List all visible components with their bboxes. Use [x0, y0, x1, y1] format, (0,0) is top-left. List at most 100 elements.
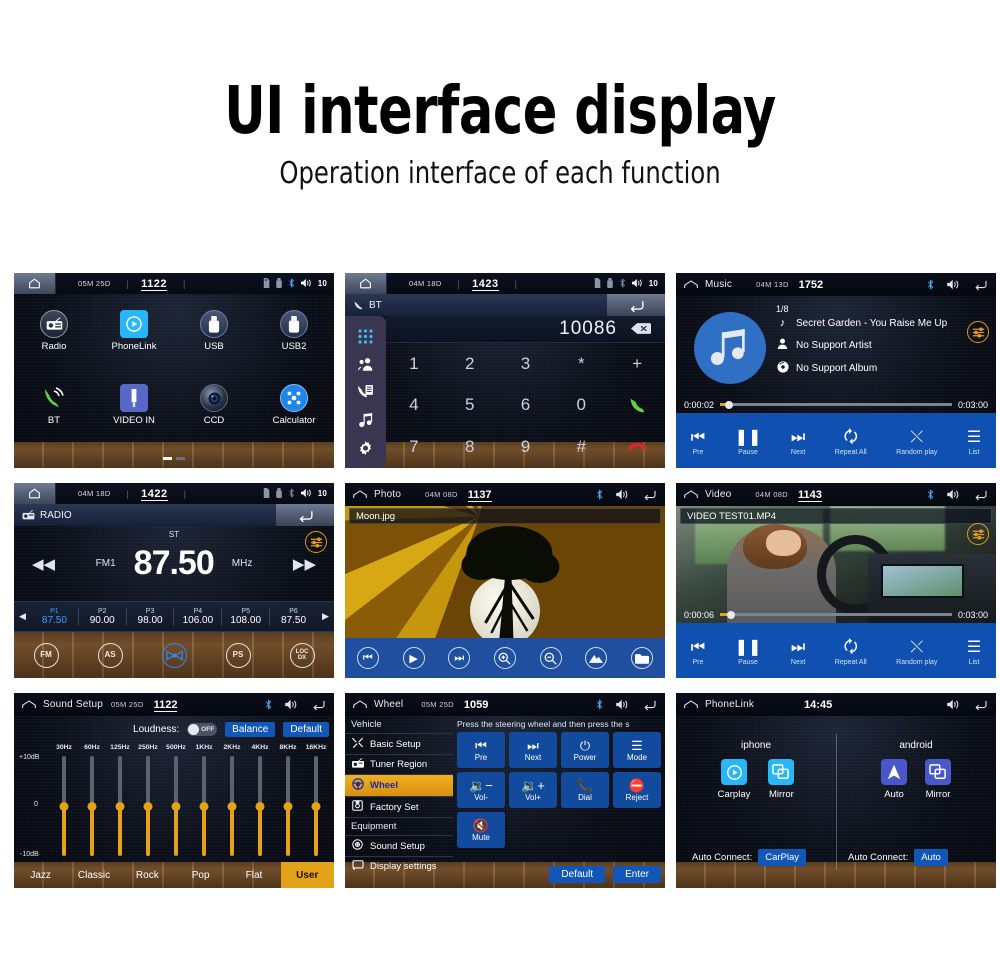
app-usb[interactable]: USB [174, 294, 254, 368]
app-video-in[interactable]: VIDEO IN [94, 368, 174, 442]
preset-user[interactable]: User [280, 862, 334, 888]
list-button[interactable]: ☰ List [967, 639, 981, 666]
preset-6[interactable]: P6 87.50 [270, 608, 317, 626]
preset-4[interactable]: P4 106.00 [174, 607, 223, 626]
app-calculator[interactable]: Calculator [254, 368, 334, 442]
android-mirror-button[interactable]: Mirror [925, 759, 951, 800]
iphone-mirror-button[interactable]: Mirror [768, 759, 795, 800]
home-button[interactable] [14, 273, 56, 294]
home-button[interactable] [14, 483, 56, 504]
slider-knob[interactable] [255, 802, 265, 811]
progress-track[interactable] [720, 400, 952, 409]
carplay-button[interactable]: Carplay [718, 759, 750, 800]
slider-knob[interactable] [143, 802, 153, 811]
volume-icon[interactable] [947, 489, 960, 500]
backspace-icon[interactable] [631, 322, 651, 336]
slider-knob[interactable] [199, 802, 209, 811]
key-4[interactable]: 4 [386, 385, 442, 427]
progress-knob[interactable] [724, 400, 733, 409]
tune-down-button[interactable]: ◀◀ [32, 555, 55, 573]
preset-5[interactable]: P5 108.00 [222, 607, 271, 626]
key-3[interactable]: 3 [498, 343, 554, 385]
key-star[interactable]: * [553, 343, 609, 385]
preset-classic[interactable]: Classic [67, 862, 120, 888]
preset-rock[interactable]: Rock [121, 862, 174, 888]
back-arrow-icon[interactable] [642, 699, 657, 710]
video-progress[interactable]: 0:00:06 0:03:00 [676, 606, 996, 623]
bt-music-icon[interactable] [357, 412, 374, 429]
key-5[interactable]: 5 [442, 385, 498, 427]
back-arrow-icon[interactable] [311, 699, 326, 710]
wheel-key-pre[interactable]: ⏮ Pre [457, 732, 505, 768]
back-button[interactable] [276, 504, 334, 526]
volume-icon[interactable] [285, 699, 298, 710]
play-icon[interactable]: ▶ [402, 647, 425, 669]
app-ccd[interactable]: CCD [174, 368, 254, 442]
volume-icon[interactable] [947, 279, 960, 290]
slider-knob[interactable] [227, 802, 237, 811]
slider-knob[interactable] [283, 802, 293, 811]
back-arrow-icon[interactable] [642, 489, 657, 500]
call-log-icon[interactable] [357, 384, 374, 401]
bt-settings-icon[interactable] [357, 440, 374, 457]
eq-slider[interactable] [162, 756, 190, 856]
progress-knob[interactable] [726, 610, 735, 619]
wheel-key-dial[interactable]: 📞 Dial [561, 772, 609, 808]
presets-next-button[interactable]: ▶ [317, 611, 334, 622]
zoom-out-icon[interactable] [539, 647, 562, 669]
back-arrow-icon[interactable] [973, 489, 988, 500]
eq-slider[interactable] [190, 756, 218, 856]
music-progress[interactable]: 0:00:02 0:03:00 [676, 396, 996, 413]
eq-slider[interactable] [134, 756, 162, 856]
eq-slider[interactable] [274, 756, 302, 856]
eq-slider[interactable] [106, 756, 134, 856]
home-icon[interactable] [353, 490, 367, 499]
key-plus[interactable]: + [609, 343, 665, 385]
wheel-key-next[interactable]: ⏭ Next [509, 732, 557, 768]
volume-icon[interactable] [616, 489, 629, 500]
previous-button[interactable]: ⏮ Pre [691, 429, 705, 456]
equalizer-icon[interactable] [967, 523, 989, 545]
wheel-key-mute[interactable]: 🔇 Mute [457, 812, 505, 848]
autoconnect-value[interactable]: CarPlay [758, 849, 807, 866]
key-1[interactable]: 1 [386, 343, 442, 385]
rotate-icon[interactable] [585, 647, 608, 669]
slider-knob[interactable] [115, 802, 125, 811]
zoom-in-icon[interactable] [493, 647, 516, 669]
repeat-button[interactable]: 🗘 Repeat All [835, 429, 867, 456]
app-radio[interactable]: Radio [14, 294, 94, 368]
key-8[interactable]: 8 [442, 426, 498, 468]
eq-slider[interactable] [50, 756, 78, 856]
app-phonelink[interactable]: PhoneLink [94, 294, 174, 368]
home-button[interactable] [345, 273, 387, 294]
band-button[interactable]: FM [33, 642, 59, 668]
progress-track[interactable] [720, 610, 952, 619]
home-icon[interactable] [684, 280, 698, 289]
android-auto-button[interactable]: Auto [881, 759, 907, 800]
slider-knob[interactable] [87, 802, 97, 811]
wheel-key-reject[interactable]: ⛔ Reject [613, 772, 661, 808]
eq-slider[interactable] [302, 756, 330, 856]
folder-icon[interactable] [631, 647, 654, 669]
key-7[interactable]: 7 [386, 426, 442, 468]
home-icon[interactable] [353, 700, 367, 709]
default-button[interactable]: Default [283, 722, 329, 737]
balance-button[interactable]: Balance [225, 722, 276, 737]
pause-button[interactable]: ❚❚ Pause [735, 429, 762, 456]
program-scan-button[interactable]: PS [225, 642, 251, 668]
wheel-key-mode[interactable]: ☰ Mode [613, 732, 661, 768]
volume-icon[interactable] [947, 699, 960, 710]
autoconnect-value[interactable]: Auto [914, 849, 948, 866]
next-button[interactable]: ⏭ Next [791, 639, 805, 666]
page-dot-active[interactable] [163, 457, 172, 460]
back-arrow-icon[interactable] [973, 699, 988, 710]
equalizer-icon[interactable] [305, 531, 327, 553]
tune-up-button[interactable]: ▶▶ [293, 555, 316, 573]
key-hash[interactable]: # [553, 426, 609, 468]
shuffle-button[interactable]: ⤬ Random play [896, 639, 937, 666]
eq-slider[interactable] [246, 756, 274, 856]
slider-knob[interactable] [59, 802, 69, 811]
call-icon[interactable] [609, 385, 665, 427]
sidebar-item-basic-setup[interactable]: Basic Setup [345, 734, 453, 755]
next-icon[interactable]: ⏭ [448, 647, 471, 669]
